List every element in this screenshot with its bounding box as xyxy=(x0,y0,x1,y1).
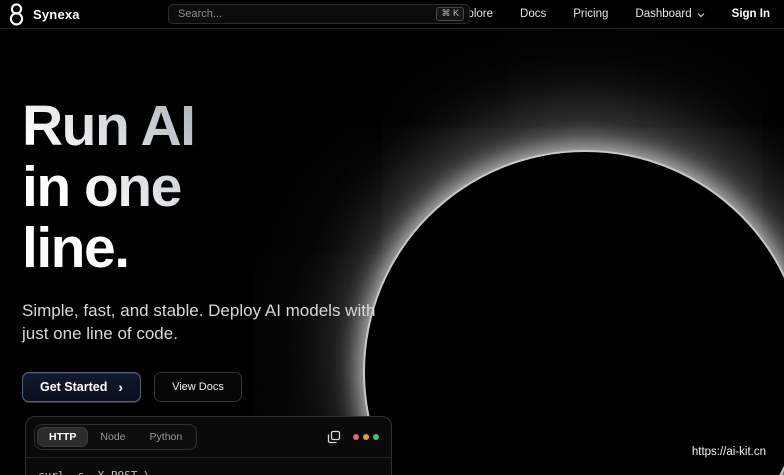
chevron-right-icon: › xyxy=(118,380,123,394)
keyboard-shortcut-badge: ⌘ K xyxy=(436,7,464,21)
tab-node[interactable]: Node xyxy=(89,428,136,446)
nav-links: Explore Docs Pricing Dashboard Sign In xyxy=(454,8,770,20)
sign-in-button[interactable]: Sign In xyxy=(732,8,770,20)
tab-http[interactable]: HTTP xyxy=(38,428,87,446)
view-docs-button[interactable]: View Docs xyxy=(154,372,242,402)
view-docs-label: View Docs xyxy=(172,381,224,393)
page-title: Run AI in one line. xyxy=(22,96,195,279)
brand[interactable]: Synexa xyxy=(8,3,80,26)
nav-item-label: Docs xyxy=(520,8,546,20)
code-header-actions xyxy=(327,430,379,444)
nav-item-label: Pricing xyxy=(573,8,608,20)
site-url-label: https://ai-kit.cn xyxy=(692,446,766,458)
eclipse-glow-graphic xyxy=(363,150,784,475)
heading-line: Run AI xyxy=(22,96,195,157)
window-dot-yellow xyxy=(363,434,369,440)
synexa-logo-icon xyxy=(8,3,25,26)
brand-name: Synexa xyxy=(33,7,80,22)
code-snippet[interactable]: curl -s -X POST \ xyxy=(26,458,391,475)
window-dot-green xyxy=(373,434,379,440)
get-started-button[interactable]: Get Started › xyxy=(22,372,141,402)
hero-subtitle: Simple, fast, and stable. Deploy AI mode… xyxy=(22,299,394,345)
code-panel-header: HTTP Node Python xyxy=(26,417,391,457)
navbar: Synexa Search... ⌘ K Explore Docs Pricin… xyxy=(0,0,784,29)
tab-python[interactable]: Python xyxy=(139,428,194,446)
hero-buttons: Get Started › View Docs xyxy=(22,372,394,402)
code-language-tabs: HTTP Node Python xyxy=(34,424,197,450)
copy-icon[interactable] xyxy=(327,430,341,444)
nav-item-dashboard[interactable]: Dashboard xyxy=(635,8,704,20)
chevron-down-icon xyxy=(697,10,705,18)
code-panel: HTTP Node Python curl -s -X POST \ xyxy=(25,416,392,475)
nav-item-label: Dashboard xyxy=(635,8,691,20)
window-dot-red xyxy=(353,434,359,440)
nav-item-label: Sign In xyxy=(732,8,770,20)
nav-item-docs[interactable]: Docs xyxy=(520,8,546,20)
window-dots xyxy=(353,434,379,440)
get-started-label: Get Started xyxy=(40,380,107,394)
hero-section: Run AI in one line. Simple, fast, and st… xyxy=(22,96,394,402)
heading-line: in one xyxy=(22,157,195,218)
heading-line: line. xyxy=(22,218,195,279)
search-placeholder: Search... xyxy=(178,8,436,20)
search-input[interactable]: Search... ⌘ K xyxy=(168,4,470,24)
nav-item-pricing[interactable]: Pricing xyxy=(573,8,608,20)
